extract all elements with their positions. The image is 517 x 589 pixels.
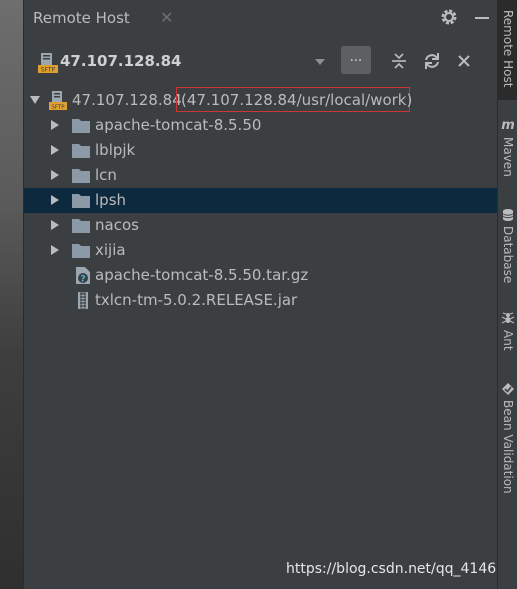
sidebar-tab-remote-host[interactable]: Remote Host: [498, 0, 517, 100]
ant-icon: [501, 312, 515, 324]
folder-icon: [72, 169, 90, 183]
folder-label: lcn: [95, 166, 117, 184]
expand-arrow-icon[interactable]: [51, 170, 59, 180]
tree-folder-row[interactable]: lcn: [24, 163, 498, 188]
folder-icon: [72, 194, 90, 208]
svg-text:?: ?: [80, 275, 85, 285]
chevron-down-icon[interactable]: [315, 59, 325, 65]
expand-arrow-icon[interactable]: [51, 145, 59, 155]
tree-folder-row[interactable]: lblpjk: [24, 138, 498, 163]
refresh-icon[interactable]: [423, 52, 441, 70]
background-edge: [0, 0, 23, 589]
sftp-badge: SFTP: [41, 67, 56, 74]
panel-titlebar: Remote Host ✕: [24, 0, 498, 36]
sidebar-tab-maven[interactable]: m Maven: [498, 118, 517, 188]
unknown-file-icon: ?: [76, 267, 90, 285]
root-host-label: 47.107.128.84: [72, 91, 182, 109]
sidebar-tab-database[interactable]: Database: [498, 208, 517, 298]
jar-file-icon: [78, 291, 88, 310]
sidebar-tab-label: Ant: [501, 330, 515, 351]
root-path-highlight: (47.107.128.84/usr/local/work): [176, 87, 413, 112]
folder-icon: [72, 244, 90, 258]
browse-button[interactable]: ...: [341, 46, 371, 74]
right-tool-sidebar: Remote Host m Maven Database Ant Bean Va…: [497, 0, 517, 589]
folder-label: nacos: [95, 216, 139, 234]
panel-title: Remote Host: [33, 9, 130, 27]
watermark-text: https://blog.csdn.net/qq_41463655: [286, 561, 517, 577]
tree-file-row[interactable]: ? apache-tomcat-8.5.50.tar.gz: [24, 263, 498, 288]
folder-label: xijia: [95, 241, 126, 259]
sidebar-tab-label: Database: [501, 226, 515, 284]
collapse-all-icon[interactable]: [390, 52, 408, 70]
close-icon[interactable]: [455, 52, 473, 70]
maven-icon: m: [501, 118, 515, 133]
sidebar-tab-label: Maven: [501, 137, 515, 177]
expand-arrow-icon[interactable]: [51, 245, 59, 255]
tree-file-row[interactable]: txlcn-tm-5.0.2.RELEASE.jar: [24, 288, 498, 313]
tree-folder-row[interactable]: xijia: [24, 238, 498, 263]
expand-arrow-icon[interactable]: [51, 220, 59, 230]
bean-validation-icon: [502, 383, 514, 395]
host-toolbar: SFTP 47.107.128.84 ...: [24, 40, 498, 84]
sidebar-tab-label: Remote Host: [501, 10, 515, 88]
folder-label: lblpjk: [95, 141, 136, 159]
sftp-server-icon: SFTP: [49, 91, 67, 111]
root-path-label: (47.107.128.84/usr/local/work): [181, 91, 413, 109]
sidebar-tab-label: Bean Validation: [501, 400, 515, 494]
folder-label: lpsh: [95, 191, 127, 209]
tree-folder-row[interactable]: nacos: [24, 213, 498, 238]
folder-icon: [72, 144, 90, 158]
host-selector[interactable]: 47.107.128.84: [60, 52, 181, 70]
folder-icon: [72, 219, 90, 233]
tab-close-icon[interactable]: ✕: [160, 8, 173, 27]
tree-folder-row[interactable]: apache-tomcat-8.5.50: [24, 113, 498, 138]
database-icon: [502, 209, 514, 221]
gear-icon[interactable]: [440, 8, 458, 26]
sftp-badge: SFTP: [51, 105, 65, 111]
folder-label: apache-tomcat-8.5.50: [95, 116, 262, 134]
expand-arrow-icon[interactable]: [51, 120, 59, 130]
sidebar-tab-ant[interactable]: Ant: [498, 312, 517, 372]
file-label: txlcn-tm-5.0.2.RELEASE.jar: [95, 291, 298, 309]
expand-arrow-icon[interactable]: [51, 195, 59, 205]
tree-root-row[interactable]: SFTP 47.107.128.84 (47.107.128.84/usr/lo…: [24, 87, 498, 113]
sftp-server-icon: SFTP: [38, 53, 58, 74]
file-label: apache-tomcat-8.5.50.tar.gz: [95, 266, 309, 284]
remote-host-panel: Remote Host ✕ SFTP 47.107.128.84 ... SFT…: [23, 0, 517, 589]
tree-folder-row-selected[interactable]: lpsh: [24, 188, 498, 213]
folder-icon: [72, 119, 90, 133]
minimize-icon[interactable]: [475, 17, 489, 19]
sidebar-tab-bean-validation[interactable]: Bean Validation: [498, 382, 517, 512]
expand-arrow-icon[interactable]: [30, 96, 40, 104]
